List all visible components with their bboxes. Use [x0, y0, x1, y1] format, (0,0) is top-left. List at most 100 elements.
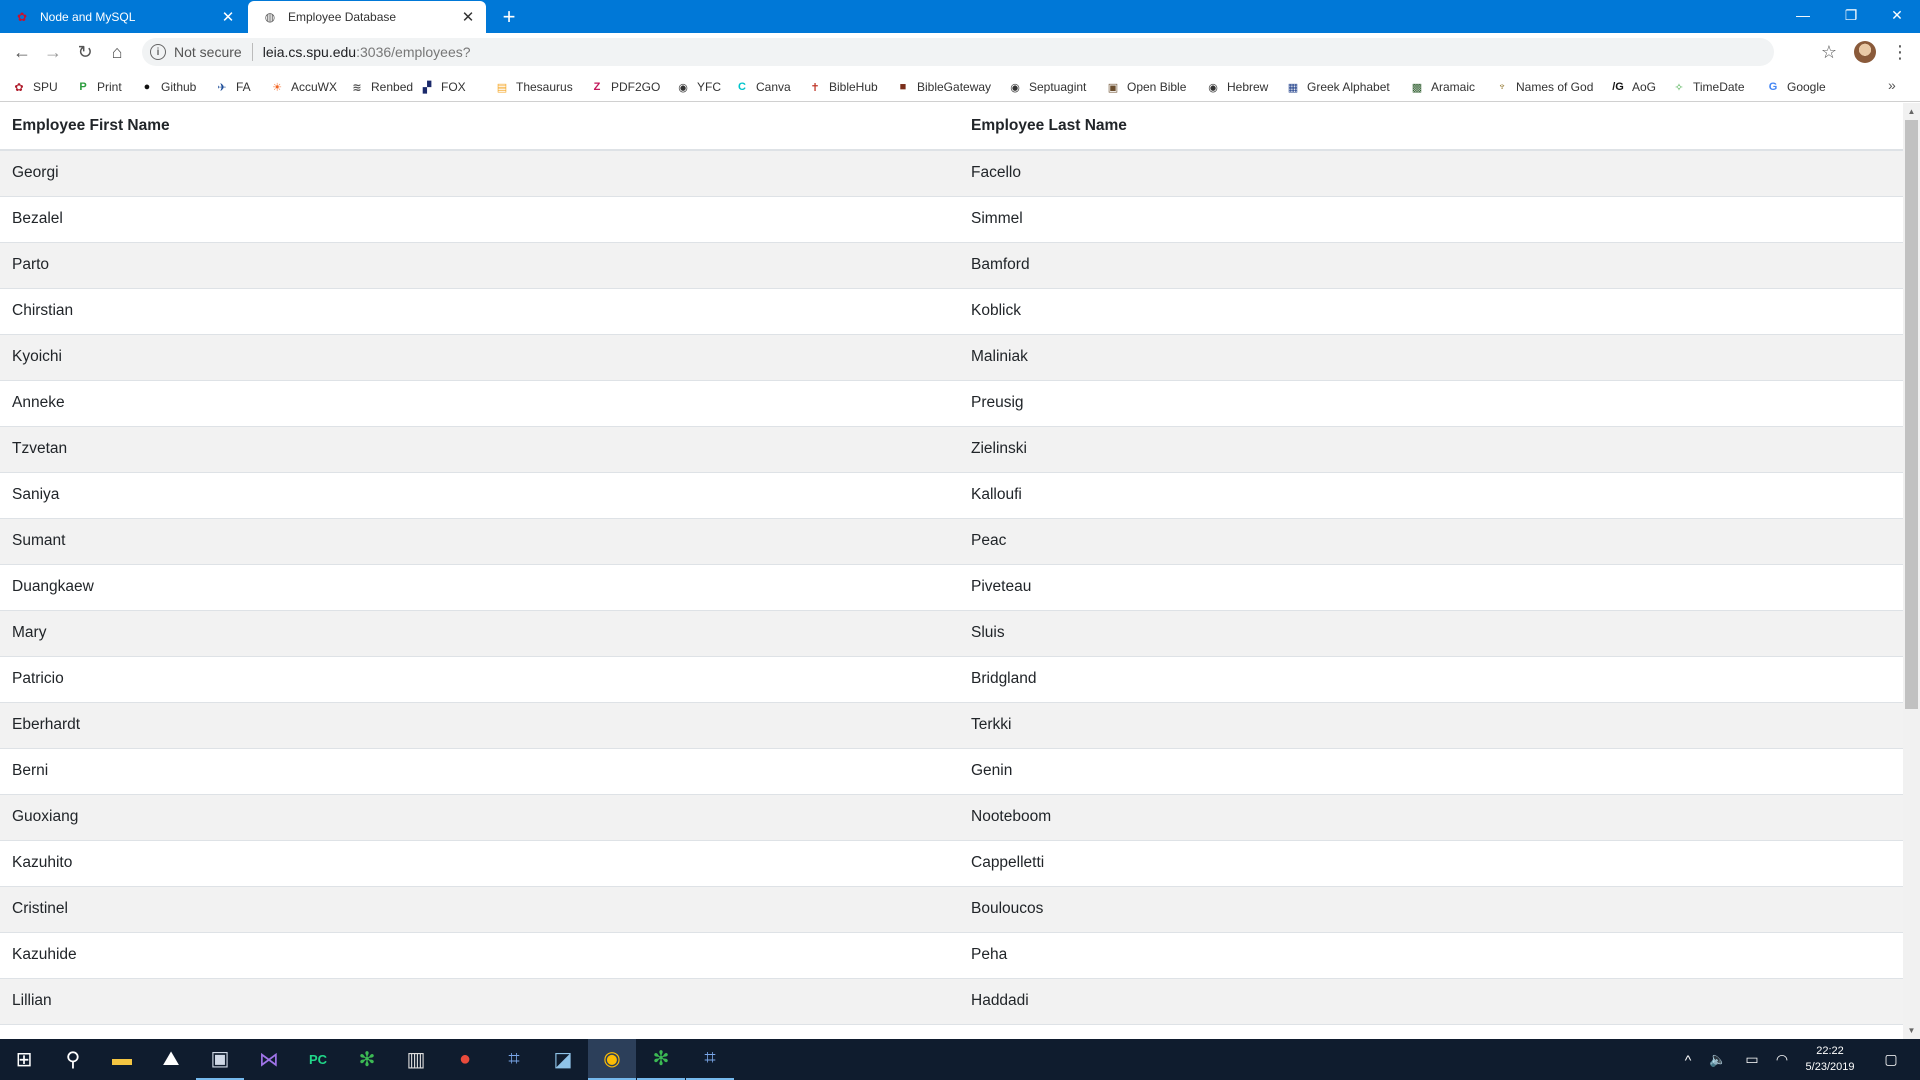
vertical-scrollbar[interactable]: ▲ ▼ [1903, 103, 1920, 1039]
bookmark-label: AccuWX [291, 80, 338, 94]
table-row: Kyoichi Maliniak [0, 333, 1903, 380]
app-icon[interactable]: ⌗ [490, 1039, 538, 1080]
spu-maple-leaf-icon: ✿ [16, 9, 28, 24]
notifications-icon[interactable]: ▢ [1876, 1039, 1906, 1080]
tab-node-and-mysql[interactable]: ✿ Node and MySQL ✕ [0, 0, 246, 33]
forward-button[interactable]: → [39, 38, 67, 66]
bookmarks-overflow-icon[interactable]: » [1888, 77, 1896, 93]
app-icon[interactable]: ▥ [392, 1039, 440, 1080]
bookmark-favicon-icon: ▦ [1287, 81, 1299, 94]
scrollbar-thumb[interactable] [1905, 120, 1918, 709]
last-name-cell: Terkki [959, 701, 1903, 748]
profile-avatar[interactable] [1854, 41, 1876, 63]
bookmark-fa[interactable]: ✈ FA [215, 77, 250, 97]
first-name-cell: Cristinel [0, 885, 959, 932]
bookmark-favicon-icon: ■ [899, 81, 907, 93]
bookmark-timedate[interactable]: ✧ TimeDate [1672, 77, 1745, 97]
file-explorer-icon[interactable]: ▬ [98, 1039, 146, 1080]
bookmark-accuwx[interactable]: ☀ AccuWX [270, 77, 337, 97]
visual-studio-icon[interactable]: ⋈ [245, 1039, 293, 1080]
tab-title: Node and MySQL [40, 9, 136, 24]
bookmark-aramaic[interactable]: ▩ Aramaic [1410, 77, 1475, 97]
app-icon[interactable]: ⌗ [686, 1039, 734, 1080]
bookmark-septuagint[interactable]: ◉ Septuagint [1008, 77, 1086, 97]
table-row: Eberhardt Terkki [0, 701, 1903, 748]
close-tab-icon[interactable]: ✕ [216, 5, 240, 29]
table-row: Georgi Facello [0, 149, 1903, 196]
app-icon[interactable]: ✻ [637, 1039, 685, 1080]
minimize-button[interactable]: — [1780, 0, 1826, 30]
bookmark-label: Renbed [371, 80, 414, 94]
bookmark-names-of-god[interactable]: ♆ Names of God [1495, 77, 1594, 97]
column-header-first-name: Employee First Name [0, 103, 959, 151]
app-icon[interactable]: ● [441, 1039, 489, 1080]
new-tab-button[interactable]: + [496, 4, 522, 30]
bookmark-greek-alphabet[interactable]: ▦ Greek Alphabet [1286, 77, 1390, 97]
bookmark-print[interactable]: P Print [76, 77, 121, 97]
bookmark-google[interactable]: G Google [1766, 77, 1826, 97]
bookmark-label: BibleGateway [917, 80, 992, 94]
bookmark-yfc[interactable]: ◉ YFC [676, 77, 721, 97]
bookmark-open-bible[interactable]: ▣ Open Bible [1106, 77, 1187, 97]
bookmark-favicon-icon: ≋ [352, 81, 362, 94]
battery-icon[interactable]: ▭ [1740, 1039, 1764, 1080]
bookmark-github[interactable]: ● Github [140, 77, 197, 97]
search-icon[interactable]: ⚲ [49, 1039, 97, 1080]
bookmark-favicon-icon: /G [1612, 81, 1624, 93]
app-icon[interactable]: ▣ [196, 1039, 244, 1080]
first-name-cell: Mary [0, 609, 959, 656]
first-name-cell: Georgi [0, 149, 959, 196]
table-row: Duangkaew Piveteau [0, 563, 1903, 610]
restore-button[interactable]: ❐ [1828, 0, 1874, 30]
info-icon[interactable]: i [150, 44, 166, 60]
bookmark-pdf2go[interactable]: Z PDF2GO [590, 77, 661, 97]
menu-icon[interactable]: ⋮ [1886, 38, 1914, 66]
close-tab-icon[interactable]: ✕ [456, 5, 480, 29]
bookmark-star-icon[interactable]: ☆ [1815, 38, 1843, 66]
last-name-cell: Simmel [959, 195, 1903, 242]
reload-button[interactable]: ↻ [71, 38, 99, 66]
bookmark-thesaurus[interactable]: ▤ Thesaurus [495, 77, 573, 97]
tray-chevron-icon[interactable]: ^ [1676, 1039, 1700, 1080]
start-icon[interactable]: ⊞ [0, 1039, 48, 1080]
bookmark-biblehub[interactable]: ✝ BibleHub [808, 77, 877, 97]
bookmark-aog[interactable]: /G AoG [1611, 77, 1656, 97]
browser-toolbar: ← → ↻ ⌂ i Not secure leia.cs.spu.edu:303… [0, 33, 1920, 71]
bookmark-canva[interactable]: C Canva [735, 77, 791, 97]
first-name-cell: Saniya [0, 471, 959, 518]
system-clock[interactable]: 22:22 5/23/2019 [1792, 1043, 1868, 1077]
scroll-up-arrow[interactable]: ▲ [1903, 103, 1920, 120]
bookmark-spu[interactable]: ✿ SPU [12, 77, 58, 97]
bookmarks-bar: ✿ SPU P Print ● Github ✈ FA ☀ AccuWX ≋ Renbed ▞ FOX ▤ T… [0, 71, 1920, 102]
bookmark-favicon-icon: ● [143, 81, 151, 93]
bookmark-favicon-icon: ◉ [678, 81, 688, 94]
home-button[interactable]: ⌂ [103, 38, 131, 66]
address-bar[interactable]: i Not secure leia.cs.spu.edu:3036/employ… [142, 38, 1774, 66]
app-icon[interactable]: ◪ [539, 1039, 587, 1080]
bookmark-hebrew[interactable]: ◉ Hebrew [1206, 77, 1268, 97]
table-row: Cristinel Bouloucos [0, 885, 1903, 932]
bookmark-renbed[interactable]: ≋ Renbed [350, 77, 413, 97]
divider [251, 43, 253, 61]
volume-icon[interactable]: 🔈 [1706, 1039, 1730, 1080]
first-name-cell: Bezalel [0, 195, 959, 242]
close-window-button[interactable]: ✕ [1874, 0, 1920, 30]
wifi-icon[interactable]: ◠ [1770, 1039, 1794, 1080]
bookmark-biblegateway[interactable]: ■ BibleGateway [896, 77, 991, 97]
app-icon[interactable]: ⛰ [147, 1039, 195, 1080]
scroll-down-arrow[interactable]: ▼ [1903, 1022, 1920, 1039]
back-button[interactable]: ← [8, 38, 36, 66]
pycharm-icon[interactable]: PC [294, 1039, 342, 1080]
bookmark-label: Hebrew [1227, 80, 1269, 94]
bookmark-favicon-icon: ◉ [1010, 81, 1020, 94]
tab-employee-database[interactable]: ◍ Employee Database ✕ [248, 1, 486, 33]
bookmark-label: SPU [33, 80, 58, 94]
bookmark-label: YFC [697, 80, 721, 94]
bookmark-favicon-icon: G [1768, 81, 1778, 93]
chrome-icon[interactable]: ◉ [588, 1039, 636, 1080]
url-path: :3036/employees? [356, 44, 471, 60]
bookmark-label: TimeDate [1693, 80, 1745, 94]
bookmark-fox[interactable]: ▞ FOX [420, 77, 466, 97]
bookmark-label: Greek Alphabet [1307, 80, 1390, 94]
app-icon[interactable]: ✻ [343, 1039, 391, 1080]
